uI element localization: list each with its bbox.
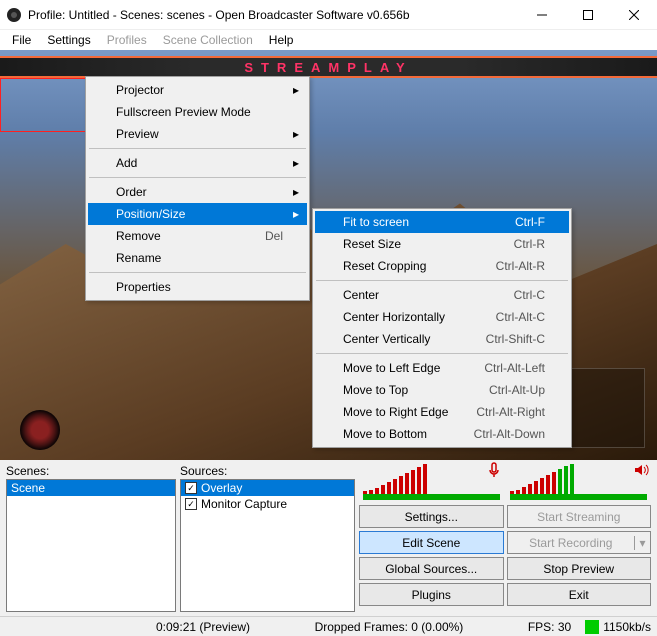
start-recording-button[interactable]: Start Recording▾ xyxy=(507,531,652,554)
scenes-label: Scenes: xyxy=(6,464,176,478)
context-menu: Projector▸ Fullscreen Preview Mode Previ… xyxy=(85,76,310,301)
sub-center-vertically[interactable]: Center VerticallyCtrl-Shift-C xyxy=(315,328,569,350)
edit-scene-button[interactable]: Edit Scene xyxy=(359,531,504,554)
sub-move-left[interactable]: Move to Left EdgeCtrl-Alt-Left xyxy=(315,357,569,379)
microphone-icon xyxy=(486,462,502,478)
ctx-fullscreen-preview[interactable]: Fullscreen Preview Mode xyxy=(88,101,307,123)
mic-meter[interactable] xyxy=(363,464,500,494)
chevron-down-icon[interactable]: ▾ xyxy=(634,536,650,550)
sub-center-horizontally[interactable]: Center HorizontallyCtrl-Alt-C xyxy=(315,306,569,328)
menu-help[interactable]: Help xyxy=(261,31,302,49)
menubar: File Settings Profiles Scene Collection … xyxy=(0,30,657,50)
sources-list[interactable]: ✓ Overlay ✓ Monitor Capture xyxy=(180,479,355,612)
status-bar: 0:09:21 (Preview) Dropped Frames: 0 (0.0… xyxy=(0,616,657,636)
start-recording-label: Start Recording xyxy=(508,536,635,550)
chevron-right-icon: ▸ xyxy=(293,207,299,221)
overlay-brand-bar: STREAMPLAY xyxy=(0,56,657,78)
source-item-overlay[interactable]: ✓ Overlay xyxy=(181,480,354,496)
desktop-volume-slider[interactable] xyxy=(510,494,647,500)
ctx-remove[interactable]: RemoveDel xyxy=(88,225,307,247)
scenes-panel: Scenes: Scene xyxy=(6,464,176,612)
checkbox-icon[interactable]: ✓ xyxy=(185,482,197,494)
status-fps: FPS: 30 xyxy=(528,620,571,634)
sources-panel: Sources: ✓ Overlay ✓ Monitor Capture xyxy=(180,464,355,612)
start-streaming-button[interactable]: Start Streaming xyxy=(507,505,652,528)
chevron-right-icon: ▸ xyxy=(293,185,299,199)
menu-file[interactable]: File xyxy=(4,31,39,49)
plugins-button[interactable]: Plugins xyxy=(359,583,504,606)
sub-fit-to-screen[interactable]: Fit to screenCtrl-F xyxy=(315,211,569,233)
volume-sliders xyxy=(359,494,651,500)
desktop-audio-meter[interactable] xyxy=(510,464,647,494)
source-selection-rect[interactable] xyxy=(0,78,90,132)
source-item-monitor-capture[interactable]: ✓ Monitor Capture xyxy=(181,496,354,512)
menu-separator xyxy=(316,280,568,281)
ctx-rename[interactable]: Rename xyxy=(88,247,307,269)
sub-reset-cropping[interactable]: Reset CroppingCtrl-Alt-R xyxy=(315,255,569,277)
ctx-projector[interactable]: Projector▸ xyxy=(88,79,307,101)
chevron-right-icon: ▸ xyxy=(293,156,299,170)
titlebar: Profile: Untitled - Scenes: scenes - Ope… xyxy=(0,0,657,30)
menu-profiles[interactable]: Profiles xyxy=(99,31,155,49)
exit-button[interactable]: Exit xyxy=(507,583,652,606)
speaker-icon xyxy=(633,462,649,478)
sub-reset-size[interactable]: Reset SizeCtrl-R xyxy=(315,233,569,255)
ctx-add[interactable]: Add▸ xyxy=(88,152,307,174)
global-sources-button[interactable]: Global Sources... xyxy=(359,557,504,580)
maximize-button[interactable] xyxy=(565,0,611,30)
ctx-properties[interactable]: Properties xyxy=(88,276,307,298)
menu-scene-collection[interactable]: Scene Collection xyxy=(155,31,261,49)
menu-separator xyxy=(89,148,306,149)
preview-hud-radar xyxy=(20,410,60,450)
window-title: Profile: Untitled - Scenes: scenes - Ope… xyxy=(28,8,519,22)
chevron-right-icon: ▸ xyxy=(293,127,299,141)
chevron-right-icon: ▸ xyxy=(293,83,299,97)
audio-meters xyxy=(359,464,651,494)
menu-settings[interactable]: Settings xyxy=(39,31,98,49)
sub-move-bottom[interactable]: Move to BottomCtrl-Alt-Down xyxy=(315,423,569,445)
close-button[interactable] xyxy=(611,0,657,30)
scenes-list[interactable]: Scene xyxy=(6,479,176,612)
source-label: Overlay xyxy=(201,481,242,495)
menu-separator xyxy=(89,177,306,178)
app-icon xyxy=(6,7,22,23)
status-time: 0:09:21 (Preview) xyxy=(156,620,250,634)
source-label: Monitor Capture xyxy=(201,497,287,511)
menu-separator xyxy=(316,353,568,354)
status-bitrate: 1150kb/s xyxy=(603,620,651,634)
scene-item[interactable]: Scene xyxy=(7,480,175,496)
sub-move-right[interactable]: Move to Right EdgeCtrl-Alt-Right xyxy=(315,401,569,423)
ctx-order[interactable]: Order▸ xyxy=(88,181,307,203)
status-health-indicator xyxy=(585,620,599,634)
sources-label: Sources: xyxy=(180,464,355,478)
mic-volume-slider[interactable] xyxy=(363,494,500,500)
checkbox-icon[interactable]: ✓ xyxy=(185,498,197,510)
sub-move-top[interactable]: Move to TopCtrl-Alt-Up xyxy=(315,379,569,401)
minimize-button[interactable] xyxy=(519,0,565,30)
stop-preview-button[interactable]: Stop Preview xyxy=(507,557,652,580)
status-dropped-frames: Dropped Frames: 0 (0.00%) xyxy=(250,620,528,634)
ctx-preview[interactable]: Preview▸ xyxy=(88,123,307,145)
bottom-panel: Scenes: Scene Sources: ✓ Overlay ✓ Monitor… xyxy=(0,460,657,616)
control-buttons: Settings... Start Streaming Edit Scene S… xyxy=(359,503,651,608)
sub-center[interactable]: CenterCtrl-C xyxy=(315,284,569,306)
settings-button[interactable]: Settings... xyxy=(359,505,504,528)
position-size-submenu: Fit to screenCtrl-F Reset SizeCtrl-R Res… xyxy=(312,208,572,448)
menu-separator xyxy=(89,272,306,273)
ctx-position-size[interactable]: Position/Size▸ xyxy=(88,203,307,225)
controls-panel: Settings... Start Streaming Edit Scene S… xyxy=(359,464,651,612)
